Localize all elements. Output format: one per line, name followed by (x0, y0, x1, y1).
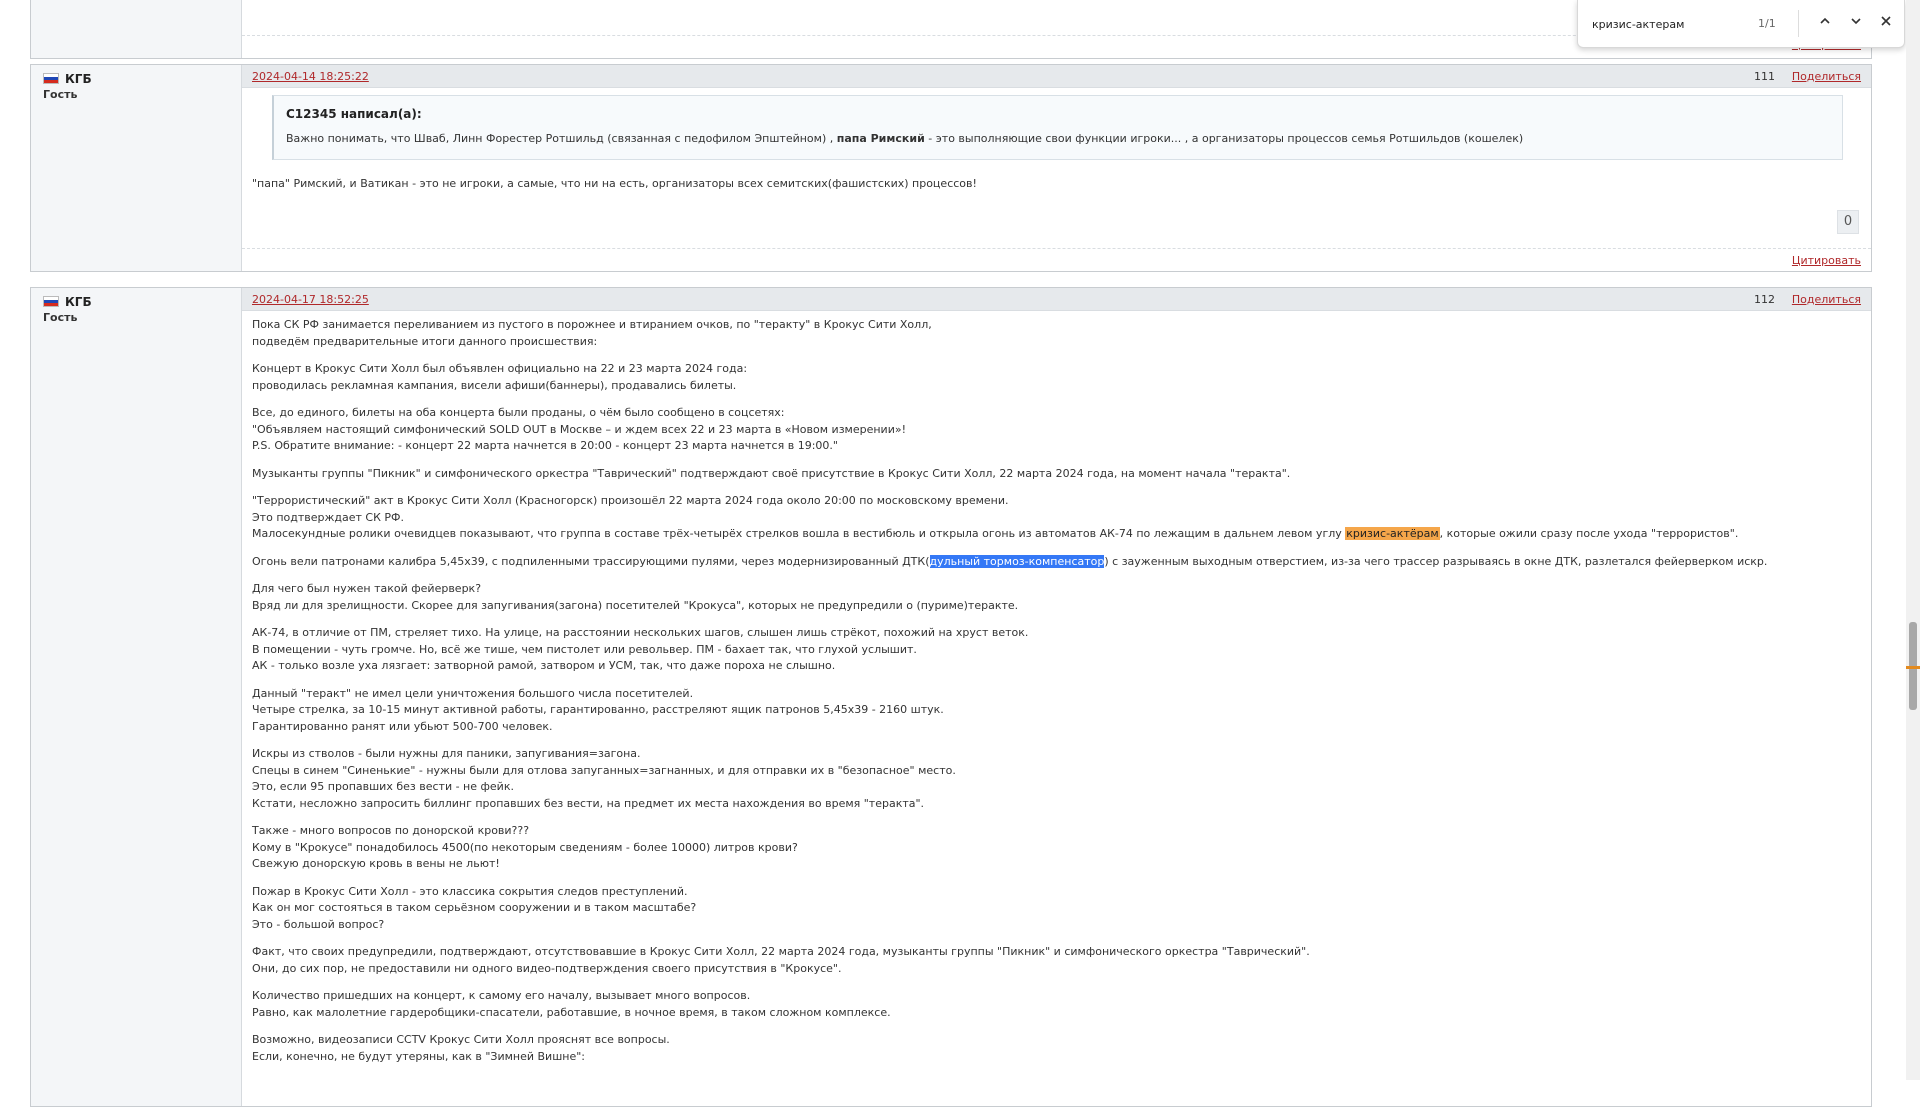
paragraph: Пожар в Крокус Сити Холл - это классика … (252, 884, 697, 931)
quote-button[interactable]: Цитировать (1792, 254, 1861, 267)
author-column: КГБ Гость (31, 65, 242, 271)
paragraph: Возможно, видеозаписи CCTV Крокус Сити Х… (252, 1033, 670, 1063)
post-header: 2024-04-14 18:25:22 111 Поделиться (242, 65, 1871, 88)
author-column (31, 0, 242, 58)
paragraph: Пока СК РФ занимается переливанием из пу… (252, 318, 932, 348)
author-column: КГБ Гость (31, 288, 242, 1106)
paragraph: Концерт в Крокус Сити Холл был объявлен … (252, 362, 748, 392)
author-role: Гость (43, 311, 78, 324)
post-112: КГБ Гость 2024-04-17 18:52:25 112 Подели… (30, 287, 1872, 1107)
post-header: 2024-04-17 18:52:25 112 Поделиться (242, 288, 1871, 311)
paragraph: Факт, что своих предупредили, подтвержда… (252, 945, 1310, 975)
paragraph: Для чего был нужен такой фейерверк? Вряд … (252, 582, 1019, 612)
chevron-up-icon (1820, 17, 1830, 24)
paragraph: Также - много вопросов по донорской кров… (252, 824, 798, 870)
quote-text: Важно понимать, что Шваб, Линн Форестер … (286, 131, 1524, 145)
post-number: 111 (1754, 70, 1775, 83)
author-name[interactable]: КГБ (43, 295, 92, 309)
rating-counter[interactable]: 0 (1837, 210, 1859, 234)
russia-flag-icon (43, 73, 59, 84)
share-link[interactable]: Поделиться (1792, 70, 1861, 83)
post-date-link[interactable]: 2024-04-17 18:52:25 (252, 293, 369, 306)
post-footer: Цитировать (242, 248, 1871, 271)
page-scrollbar[interactable] (1906, 0, 1920, 1080)
find-next-button[interactable] (1845, 11, 1867, 35)
russia-flag-icon (43, 296, 59, 307)
post-text: "папа" Римский, и Ватикан - это не игрок… (252, 177, 977, 190)
post-111: КГБ Гость 2024-04-14 18:25:22 111 Подели… (30, 64, 1872, 272)
paragraph: "Террористический" акт в Крокус Сити Хол… (252, 494, 1739, 540)
quote-block: C12345 написал(а): Важно понимать, что Ш… (272, 95, 1843, 160)
share-link[interactable]: Поделиться (1792, 293, 1861, 306)
paragraph: Искры из стволов - были нужны для паники… (252, 747, 956, 810)
author-name[interactable]: КГБ (43, 72, 92, 86)
find-match-marker (1906, 666, 1920, 669)
find-in-page-bar: 1/1 (1577, 0, 1905, 48)
post-number: 112 (1754, 293, 1775, 306)
paragraph: Огонь вели патронами калибра 5,45x39, с … (252, 554, 1768, 568)
divider (1798, 10, 1799, 37)
find-input[interactable] (1592, 15, 1752, 33)
close-icon (1881, 16, 1891, 26)
find-match-highlight: кризис-актёрам (1345, 527, 1440, 540)
post-content: C12345 написал(а): Важно понимать, что Ш… (252, 95, 1857, 204)
chevron-down-icon (1851, 18, 1861, 25)
post-content: Пока СК РФ занимается переливанием из пу… (252, 317, 1857, 1076)
paragraph: Количество пришедших на концерт, к самом… (252, 989, 891, 1019)
paragraph: Данный "теракт" не имел цели уничтожения… (252, 686, 944, 733)
author-role: Гость (43, 88, 78, 101)
paragraph: Музыканты группы "Пикник" и симфоническо… (252, 466, 1291, 480)
find-previous-button[interactable] (1814, 11, 1836, 35)
close-find-button[interactable] (1875, 11, 1897, 35)
paragraph: Все, до единого, билеты на оба концерта … (252, 406, 906, 452)
find-result-count: 1/1 (1758, 17, 1776, 30)
post-date-link[interactable]: 2024-04-14 18:25:22 (252, 70, 369, 83)
paragraph: АК-74, в отличие от ПМ, стреляет тихо. Н… (252, 626, 1029, 672)
quote-author: C12345 написал(а): (286, 107, 422, 121)
selected-text[interactable]: дульный тормоз-компенсатор (929, 554, 1105, 568)
